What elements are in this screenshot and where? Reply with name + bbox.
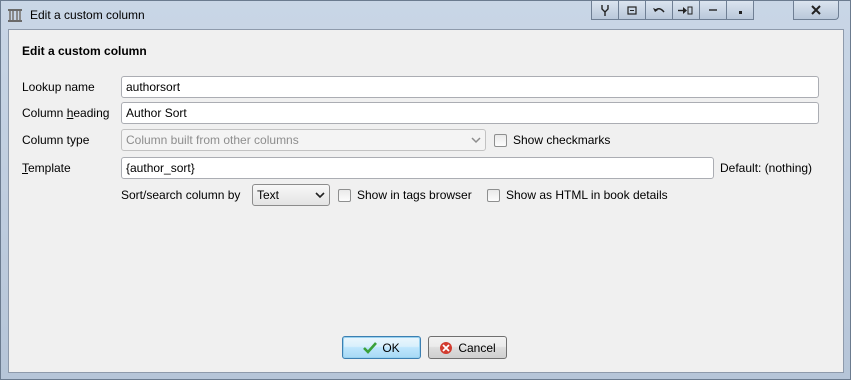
- checkmark-icon: [363, 341, 378, 354]
- template-label: Template: [22, 161, 71, 175]
- lookup-name-label: Lookup name: [22, 80, 95, 94]
- show-in-tags-browser-box[interactable]: [338, 188, 351, 202]
- column-heading-label-post: eading: [73, 106, 110, 120]
- show-checkmarks-box[interactable]: [494, 133, 507, 147]
- cancel-button-label: Cancel: [458, 340, 496, 355]
- title-bar[interactable]: Edit a custom column: [1, 1, 850, 29]
- ok-button-label: OK: [382, 340, 400, 355]
- template-label-post: emplate: [28, 161, 71, 175]
- chevron-down-icon: [471, 137, 481, 144]
- shade-icon[interactable]: [672, 1, 700, 20]
- maximize-icon[interactable]: [726, 1, 754, 20]
- window-title: Edit a custom column: [30, 8, 145, 22]
- dialog-heading: Edit a custom column: [22, 44, 147, 58]
- column-heading-label-pre: Column: [22, 106, 67, 120]
- restore-small-icon[interactable]: [618, 1, 646, 20]
- column-heading-input[interactable]: Author Sort: [121, 102, 819, 124]
- template-input[interactable]: {author_sort}: [121, 157, 714, 179]
- cancel-icon: [440, 341, 453, 354]
- calibre-library-icon: [8, 9, 22, 22]
- sort-search-label: Sort/search column by: [121, 188, 241, 202]
- column-type-value: Column built from other columns: [126, 133, 299, 147]
- show-as-html-box[interactable]: [487, 188, 500, 202]
- close-icon[interactable]: [793, 1, 839, 20]
- pin-icon[interactable]: [591, 1, 619, 20]
- chevron-down-icon: [315, 192, 325, 199]
- show-checkmarks-label: Show checkmarks: [513, 133, 611, 147]
- show-as-html-checkbox[interactable]: Show as HTML in book details: [487, 188, 668, 202]
- column-type-select[interactable]: Column built from other columns: [121, 129, 486, 151]
- show-checkmarks-checkbox[interactable]: Show checkmarks: [494, 133, 610, 147]
- sort-search-value: Text: [257, 188, 280, 202]
- cancel-button[interactable]: Cancel: [428, 336, 507, 359]
- lookup-name-input[interactable]: authorsort: [121, 76, 819, 98]
- dialog-window: Edit a custom column Edit a custom colum…: [0, 0, 851, 380]
- undo-icon[interactable]: [645, 1, 673, 20]
- dialog-body: Edit a custom column Lookup name authors…: [8, 29, 844, 373]
- title-bar-buttons: [591, 1, 754, 20]
- sort-search-select[interactable]: Text: [252, 184, 330, 206]
- ok-button[interactable]: OK: [342, 336, 421, 359]
- show-in-tags-browser-checkbox[interactable]: Show in tags browser: [338, 188, 472, 202]
- show-as-html-label: Show as HTML in book details: [506, 188, 668, 202]
- column-heading-label: Column heading: [22, 106, 109, 120]
- show-in-tags-browser-label: Show in tags browser: [357, 188, 472, 202]
- column-type-label: Column type: [22, 133, 90, 147]
- template-default-text: Default: (nothing): [720, 161, 813, 175]
- minimize-icon[interactable]: [699, 1, 727, 20]
